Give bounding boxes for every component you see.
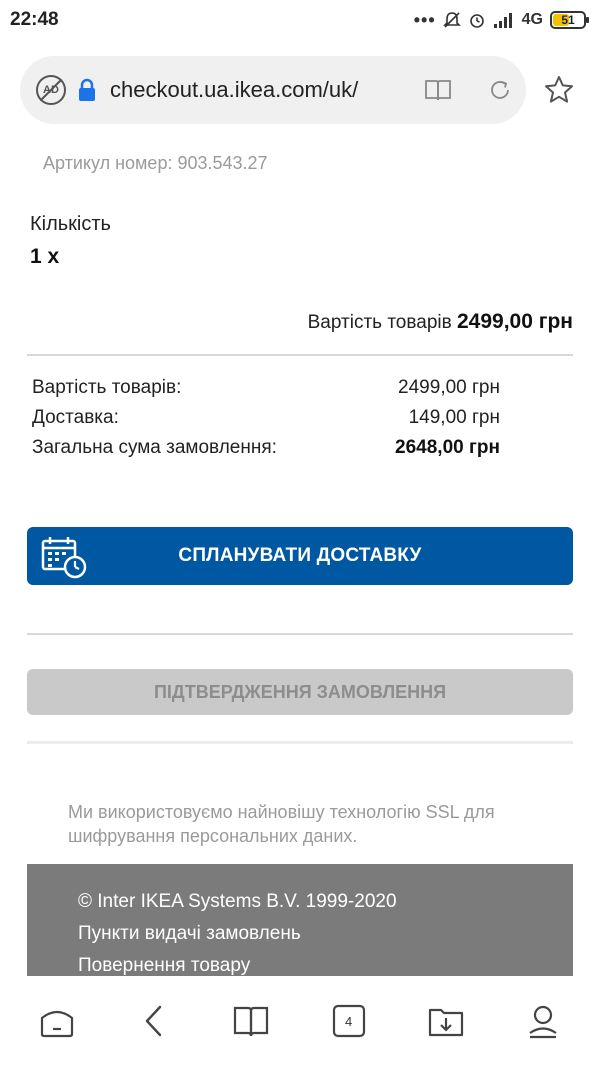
battery-level: 51 xyxy=(561,13,575,27)
plan-delivery-label: СПЛАНУВАТИ ДОСТАВКУ xyxy=(178,545,422,566)
mute-bell-icon xyxy=(442,12,461,28)
alarm-icon xyxy=(469,14,484,28)
summary-label: Вартість товарів: xyxy=(32,377,182,398)
goods-total: Вартість товарів 2499,00 грн xyxy=(308,310,573,334)
footer-link-pickup-points[interactable]: Пункти видачі замовлень xyxy=(78,918,573,950)
calendar-clock-icon xyxy=(41,537,87,579)
summary-value: 149,00 грн xyxy=(408,407,500,428)
status-bar: 22:48 ••• 4G 51 xyxy=(0,0,600,40)
plan-delivery-button[interactable]: СПЛАНУВАТИ ДОСТАВКУ xyxy=(27,527,573,585)
confirm-order-button[interactable]: ПІДТВЕРДЖЕННЯ ЗАМОВЛЕННЯ xyxy=(27,669,573,715)
network-type: 4G xyxy=(521,11,543,28)
lock-icon xyxy=(79,78,95,101)
summary-value: 2499,00 грн xyxy=(398,377,500,398)
home-icon xyxy=(40,1010,73,1038)
summary-label: Доставка: xyxy=(32,407,119,428)
footer-copyright: © Inter IKEA Systems B.V. 1999-2020 xyxy=(78,891,397,912)
quantity-label: Кількість xyxy=(30,213,111,235)
battery-icon: 51 xyxy=(550,11,589,29)
summary-row-total: Загальна сума замовлення: 2648,00 грн xyxy=(32,437,500,459)
bookmarks-button[interactable] xyxy=(227,997,275,1045)
reader-mode-icon[interactable] xyxy=(424,78,452,102)
signal-icon xyxy=(493,13,512,28)
back-button[interactable] xyxy=(130,997,178,1045)
downloads-icon xyxy=(428,1008,464,1037)
confirm-order-label: ПІДТВЕРДЖЕННЯ ЗАМОВЛЕННЯ xyxy=(153,681,447,702)
ssl-note: Ми використовуємо найновішу технологію S… xyxy=(68,802,495,846)
article-number: Артикул номер: 903.543.27 xyxy=(43,153,268,173)
page-footer: © Inter IKEA Systems B.V. 1999-2020 Пунк… xyxy=(27,864,573,976)
quantity-value: 1 x xyxy=(30,245,60,268)
back-icon xyxy=(145,1005,162,1037)
summary-row-delivery: Доставка: 149,00 грн xyxy=(32,407,500,429)
tabs-button[interactable]: 4 xyxy=(325,997,373,1045)
divider xyxy=(27,741,573,744)
status-icons: ••• 4G 51 xyxy=(413,9,589,31)
ad-block-icon[interactable]: AD xyxy=(36,75,66,105)
url-text[interactable]: checkout.ua.ikea.com/uk/ xyxy=(110,77,424,103)
tab-count: 4 xyxy=(345,1014,353,1029)
browser-bottom-nav: 4 xyxy=(0,976,600,1066)
summary-value: 2648,00 грн xyxy=(395,437,500,458)
bookmarks-icon xyxy=(234,1006,269,1037)
status-time: 22:48 xyxy=(10,9,59,30)
goods-total-value: 2499,00 грн xyxy=(456,310,573,333)
summary-row-goods: Вартість товарів: 2499,00 грн xyxy=(32,377,500,399)
home-button[interactable] xyxy=(33,997,81,1045)
more-dots-icon: ••• xyxy=(413,9,436,30)
reload-icon[interactable] xyxy=(488,78,512,102)
downloads-button[interactable] xyxy=(422,997,470,1045)
divider xyxy=(27,354,573,356)
divider xyxy=(27,633,573,635)
star-icon[interactable] xyxy=(543,74,575,106)
summary-label: Загальна сума замовлення: xyxy=(32,437,277,458)
address-bar[interactable]: AD checkout.ua.ikea.com/uk/ xyxy=(20,56,526,124)
goods-total-label: Вартість товарів xyxy=(307,312,452,333)
profile-icon xyxy=(529,1005,557,1039)
browser-toolbar: AD checkout.ua.ikea.com/uk/ xyxy=(0,56,600,124)
profile-button[interactable] xyxy=(519,997,567,1045)
